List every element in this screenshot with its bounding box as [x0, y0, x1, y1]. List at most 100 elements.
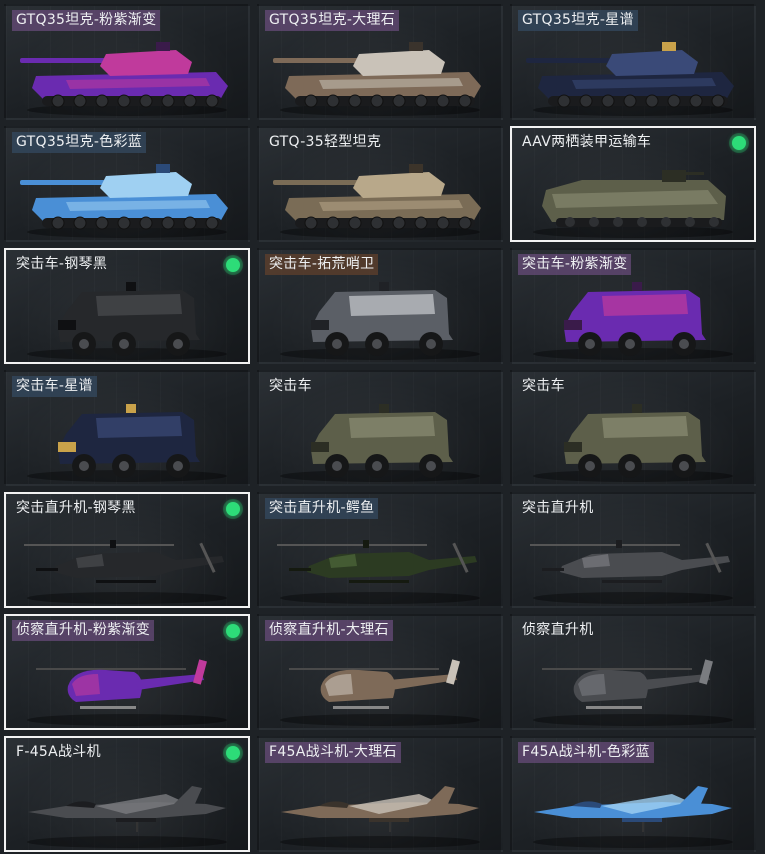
vehicle-card[interactable]: GTQ35坦克-色彩蓝 [4, 126, 250, 242]
tank-wheel [667, 94, 681, 108]
jet-weapon-bay [116, 818, 156, 822]
vehicle-card[interactable]: GTQ-35轻型坦克 [257, 126, 503, 242]
vehicle-name: 突击直升机-鳄鱼 [265, 498, 379, 519]
tank-turret [353, 50, 445, 76]
truck-hub [426, 461, 436, 471]
truck-grille [311, 320, 329, 330]
vehicle-name: F45A战斗机-色彩蓝 [518, 742, 654, 763]
truck-grille [311, 442, 329, 452]
tank-cupola [156, 164, 170, 173]
truck-hub [679, 339, 689, 349]
tank-wheel [392, 216, 406, 230]
vehicle-card[interactable]: F45A战斗机-大理石 [257, 736, 503, 852]
tank-wheel [73, 216, 87, 230]
vehicle-name: GTQ-35轻型坦克 [269, 134, 382, 150]
tank-cupola [662, 42, 676, 51]
vehicle-card[interactable]: 突击直升机 [510, 492, 756, 608]
tank-wheel [348, 216, 362, 230]
vehicle-name: 侦察直升机-粉紫渐变 [12, 620, 155, 641]
truck-hub [679, 461, 689, 471]
vehicle-card[interactable]: GTQ35坦克-粉紫渐变 [4, 4, 250, 120]
rotor-blade [24, 544, 174, 546]
vehicle-skin-grid: GTQ35坦克-粉紫渐变 GTQ35坦克-大理石 GTQ35坦克-星谱 GTQ35坦克… [4, 4, 756, 852]
tank-barrel [20, 58, 112, 63]
aav-wheel [565, 217, 575, 227]
vehicle-name: 突击直升机-钢琴黑 [16, 500, 136, 516]
truck-hub [426, 339, 436, 349]
jet-gear [642, 822, 644, 832]
vehicle-card[interactable]: 侦察直升机-大理石 [257, 614, 503, 730]
vehicle-image [273, 42, 481, 116]
aav-wheel [709, 217, 719, 227]
rotor-blade [277, 544, 427, 546]
vehicle-card[interactable]: 突击车-粉紫渐变 [510, 248, 756, 364]
truck-hub [625, 461, 635, 471]
tank-wheel [117, 216, 131, 230]
equipped-indicator [732, 136, 746, 150]
vehicle-card[interactable]: AAV两栖装甲运输车 [510, 126, 756, 242]
vehicle-card[interactable]: 侦察直升机 [510, 614, 756, 730]
vehicle-name: GTQ35坦克-粉紫渐变 [12, 10, 161, 31]
tank-wheel [51, 216, 65, 230]
tank-wheel [183, 94, 197, 108]
vehicle-image [533, 786, 733, 848]
vehicle-name: 突击车-钢琴黑 [16, 256, 108, 272]
rotor-mast [110, 540, 116, 548]
tank-turret [353, 172, 445, 198]
vehicle-image [20, 164, 228, 238]
vehicle-card[interactable]: 突击车-星谱 [4, 370, 250, 486]
ground-shadow [27, 592, 227, 604]
heli-cockpit [76, 554, 104, 568]
truck-hub [79, 461, 89, 471]
vehicle-card[interactable]: 突击车-钢琴黑 [4, 248, 250, 364]
vehicle-card[interactable]: 突击直升机-钢琴黑 [4, 492, 250, 608]
vehicle-name: 突击车 [269, 378, 312, 394]
jet-weapon-bay [622, 818, 662, 822]
vehicle-image [280, 404, 480, 482]
vehicle-card[interactable]: 突击车 [510, 370, 756, 486]
vehicle-card[interactable]: 突击车-拓荒哨卫 [257, 248, 503, 364]
vehicle-image [280, 282, 480, 360]
tank-wheel [205, 94, 219, 108]
truck-hub [332, 339, 342, 349]
heli-cockpit [582, 554, 610, 568]
vehicle-image [27, 659, 227, 726]
tank-wheel [623, 94, 637, 108]
jet-weapon-bay [369, 818, 409, 822]
vehicle-card[interactable]: 突击直升机-鳄鱼 [257, 492, 503, 608]
tank-wheel [51, 94, 65, 108]
tank-barrel [526, 58, 618, 63]
ground-shadow [533, 226, 733, 238]
rotor-blade [542, 668, 692, 670]
vehicle-card[interactable]: 突击车 [257, 370, 503, 486]
tank-wheel [304, 94, 318, 108]
vehicle-card[interactable]: GTQ35坦克-星谱 [510, 4, 756, 120]
truck-hub [79, 339, 89, 349]
equipped-indicator [226, 502, 240, 516]
heli-skid [333, 706, 389, 709]
heli-gun [289, 568, 311, 571]
vehicle-image [20, 42, 228, 116]
rotor-blade [289, 668, 439, 670]
vehicle-card[interactable]: GTQ35坦克-大理石 [257, 4, 503, 120]
vehicle-name: 突击车-拓荒哨卫 [265, 254, 379, 275]
jet-gear [389, 822, 391, 832]
vehicle-name: 侦察直升机 [522, 622, 594, 638]
heli-skid [80, 706, 136, 709]
truck-hub [173, 339, 183, 349]
heli-tailfin [193, 659, 207, 685]
vehicle-card[interactable]: F45A战斗机-色彩蓝 [510, 736, 756, 852]
truck-grille [564, 442, 582, 452]
ground-shadow [280, 836, 480, 848]
vehicle-image [533, 170, 733, 238]
aav-wheel [589, 217, 599, 227]
vehicle-card[interactable]: F-45A战斗机 [4, 736, 250, 852]
truck-hub [625, 339, 635, 349]
tank-wheel [183, 216, 197, 230]
vehicle-image [24, 540, 227, 604]
equipped-indicator [226, 258, 240, 272]
vehicle-card[interactable]: 侦察直升机-粉紫渐变 [4, 614, 250, 730]
truck-turret [632, 282, 642, 291]
vehicle-image [533, 659, 733, 726]
ground-shadow [280, 714, 480, 726]
